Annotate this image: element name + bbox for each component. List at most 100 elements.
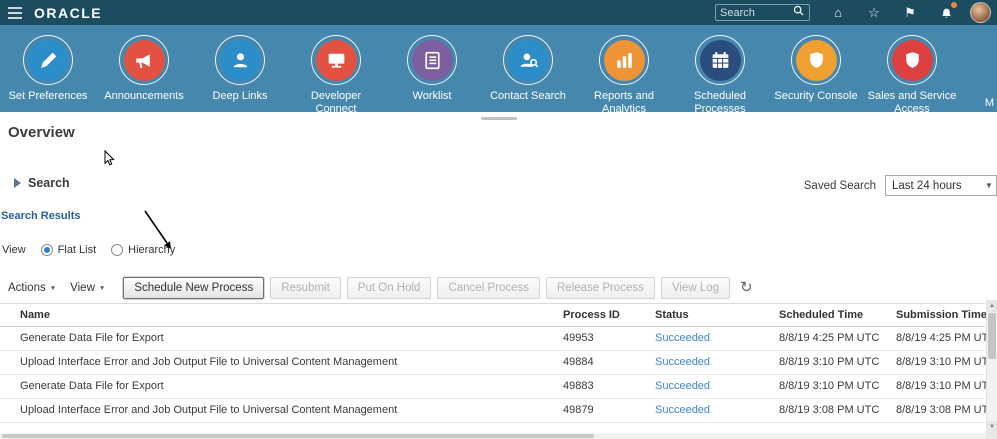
app-icon-security-console[interactable]: Security Console xyxy=(768,25,864,112)
chevron-down-icon: ▼ xyxy=(982,181,996,190)
cell-submission-time: 8/8/19 4:25 PM UTC xyxy=(888,327,985,350)
radio-label: Hierarchy xyxy=(128,244,175,256)
megaphone-icon xyxy=(124,40,165,81)
app-icon-announcements[interactable]: Announcements xyxy=(96,25,192,112)
truncated-app-label: M xyxy=(985,97,994,109)
flag-icon[interactable]: ⚑ xyxy=(892,0,928,25)
search-results-heading: Search Results xyxy=(1,210,80,222)
cell-process-id: 49953 xyxy=(555,327,647,350)
notification-badge xyxy=(951,2,957,8)
vertical-scroll-thumb[interactable] xyxy=(988,313,996,359)
cell-name: Generate Data File for Export xyxy=(0,327,555,350)
cell-name: Upload Interface Error and Job Output Fi… xyxy=(0,399,555,422)
saved-search-label: Saved Search xyxy=(804,180,876,192)
cell-scheduled-time: 8/8/19 3:10 PM UTC xyxy=(771,375,888,398)
hamburger-menu-icon[interactable] xyxy=(0,5,30,20)
cell-submission-time: 8/8/19 3:10 PM UTC xyxy=(888,351,985,374)
scroll-up-arrow[interactable]: ▲ xyxy=(987,300,997,312)
status-link[interactable]: Succeeded xyxy=(655,380,710,392)
saved-search: Saved Search Last 24 hours ▼ xyxy=(804,175,997,196)
refresh-icon[interactable]: ↻ xyxy=(740,277,753,299)
release-process-button: Release Process xyxy=(546,277,655,299)
scroll-down-arrow[interactable]: ▼ xyxy=(987,421,997,433)
app-icon-deep-links[interactable]: Deep Links xyxy=(192,25,288,112)
table-header-row: Name Process ID Status Scheduled Time Su… xyxy=(0,303,985,327)
horizontal-scrollbar[interactable] xyxy=(0,433,986,439)
clipboard-icon xyxy=(412,40,453,81)
cell-process-id: 49883 xyxy=(555,375,647,398)
radio-hierarchy[interactable] xyxy=(111,244,123,256)
view-options: View Flat List Hierarchy xyxy=(2,244,175,256)
calendar-grid-icon xyxy=(700,40,741,81)
app-icon-reports-and-analytics[interactable]: Reports and Analytics xyxy=(576,25,672,112)
page-title: Overview xyxy=(8,124,75,141)
cell-process-id: 49879 xyxy=(555,399,647,422)
notifications-bell-icon[interactable] xyxy=(928,0,964,25)
column-header-scheduled-time: Scheduled Time xyxy=(771,304,888,326)
column-header-name: Name xyxy=(0,304,555,326)
shield-icon xyxy=(796,40,837,81)
cell-submission-time: 8/8/19 3:10 PM UTC xyxy=(888,375,985,398)
vertical-scrollbar[interactable]: ▲ ▼ xyxy=(986,300,997,433)
table-row[interactable]: Upload Interface Error and Job Output Fi… xyxy=(0,351,985,375)
search-icon[interactable] xyxy=(792,4,805,22)
cancel-process-button: Cancel Process xyxy=(437,277,540,299)
schedule-new-process-button[interactable]: Schedule New Process xyxy=(123,277,264,299)
app-icon-contact-search[interactable]: Contact Search xyxy=(480,25,576,112)
app-label: Contact Search xyxy=(481,90,575,103)
oracle-logo: ORACLE xyxy=(34,5,102,21)
status-link[interactable]: Succeeded xyxy=(655,332,710,344)
horizontal-scroll-thumb[interactable] xyxy=(2,434,594,438)
view-menu[interactable]: View xyxy=(66,282,109,294)
cell-scheduled-time: 8/8/19 3:10 PM UTC xyxy=(771,351,888,374)
application-window: ORACLE ⌂ ☆ ⚑ Set Pref xyxy=(0,0,997,439)
actions-menu[interactable]: Actions xyxy=(4,282,60,294)
table-row[interactable]: Upload Interface Error and Job Output Fi… xyxy=(0,399,985,423)
global-search xyxy=(715,4,810,21)
view-option-hierarchy[interactable]: Hierarchy xyxy=(111,244,175,256)
global-header: ORACLE ⌂ ☆ ⚑ xyxy=(0,0,997,25)
app-icon-worklist[interactable]: Worklist xyxy=(384,25,480,112)
bar-chart-icon xyxy=(604,40,645,81)
processes-table: Name Process ID Status Scheduled Time Su… xyxy=(0,303,985,423)
app-label: Reports and Analytics xyxy=(577,90,671,112)
view-log-button: View Log xyxy=(661,277,730,299)
radio-label: Flat List xyxy=(58,244,97,256)
cell-scheduled-time: 8/8/19 3:08 PM UTC xyxy=(771,399,888,422)
shield-icon xyxy=(892,40,933,81)
chevron-right-icon xyxy=(14,178,21,188)
saved-search-value: Last 24 hours xyxy=(892,180,982,192)
app-icon-scheduled-processes[interactable]: Scheduled Processes xyxy=(672,25,768,112)
radio-flat-list[interactable] xyxy=(41,244,53,256)
cell-submission-time: 8/8/19 3:08 PM UTC xyxy=(888,399,985,422)
app-label: Worklist xyxy=(385,90,479,103)
user-avatar[interactable] xyxy=(970,2,991,23)
app-label: Developer Connect xyxy=(289,90,383,112)
table-row[interactable]: Generate Data File for Export 49953 Succ… xyxy=(0,327,985,351)
monitor-icon xyxy=(316,40,357,81)
favorites-star-icon[interactable]: ☆ xyxy=(856,0,892,25)
cell-scheduled-time: 8/8/19 4:25 PM UTC xyxy=(771,327,888,350)
cell-process-id: 49884 xyxy=(555,351,647,374)
app-icon-sales-and-service-access[interactable]: Sales and Service Access xyxy=(864,25,960,112)
column-header-submission-time: Submission Time xyxy=(888,304,985,326)
saved-search-select[interactable]: Last 24 hours ▼ xyxy=(885,175,997,196)
home-icon[interactable]: ⌂ xyxy=(820,0,856,25)
resubmit-button: Resubmit xyxy=(270,277,341,299)
global-search-input[interactable] xyxy=(720,7,792,19)
app-label: Announcements xyxy=(97,90,191,103)
status-link[interactable]: Succeeded xyxy=(655,356,710,368)
search-expander[interactable]: Search xyxy=(14,176,70,190)
global-header-actions: ⌂ ☆ ⚑ xyxy=(715,0,997,25)
view-label: View xyxy=(2,244,26,256)
search-section-label: Search xyxy=(28,176,70,190)
person-icon xyxy=(220,40,261,81)
app-icon-set-preferences[interactable]: Set Preferences xyxy=(0,25,96,112)
app-icon-developer-connect[interactable]: Developer Connect xyxy=(288,25,384,112)
status-link[interactable]: Succeeded xyxy=(655,404,710,416)
pencil-icon xyxy=(28,40,69,81)
view-option-flat-list[interactable]: Flat List xyxy=(41,244,97,256)
band-drag-handle[interactable] xyxy=(481,117,517,120)
table-row[interactable]: Generate Data File for Export 49883 Succ… xyxy=(0,375,985,399)
column-header-status: Status xyxy=(647,304,771,326)
